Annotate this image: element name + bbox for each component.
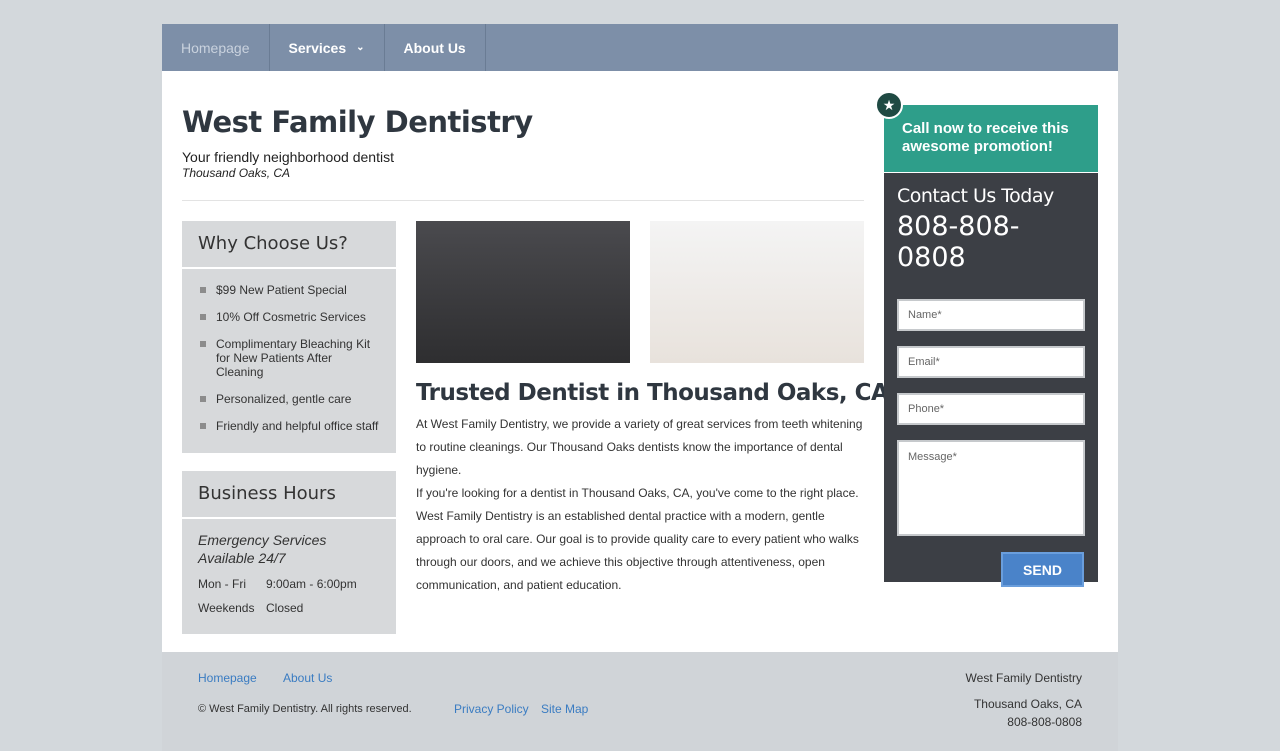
nav-services[interactable]: Services ⌄	[270, 24, 385, 71]
footer-link-site-map[interactable]: Site Map	[541, 702, 588, 716]
list-item: Complimentary Bleaching Kit for New Pati…	[200, 337, 380, 379]
site-location: Thousand Oaks, CA	[182, 166, 291, 180]
list-item: Friendly and helpful office staff	[200, 419, 380, 433]
main-content: West Family Dentistry Your friendly neig…	[162, 71, 1118, 652]
hours-days: Mon - Fri	[198, 577, 246, 591]
list-item: Personalized, gentle care	[200, 392, 380, 406]
list-item: $99 New Patient Special	[200, 283, 380, 297]
footer-link-homepage[interactable]: Homepage	[198, 671, 257, 685]
why-choose-us-box: Why Choose Us? $99 New Patient Special 1…	[182, 221, 396, 453]
promotion-banner: Call now to receive this awesome promoti…	[884, 105, 1098, 172]
footer-copyright: © West Family Dentistry. All rights rese…	[198, 703, 412, 715]
footer-link-about-us[interactable]: About Us	[283, 671, 332, 685]
nav-homepage[interactable]: Homepage	[162, 24, 270, 71]
hours-row: Weekends Closed	[182, 601, 396, 615]
send-button[interactable]: SEND	[1001, 552, 1084, 587]
header-divider	[182, 200, 864, 201]
email-field[interactable]	[897, 346, 1085, 378]
footer-phone: 808-808-0808	[1007, 715, 1082, 729]
hours-time: 9:00am - 6:00pm	[266, 577, 357, 591]
content-paragraph-2: If you're looking for a dentist in Thous…	[416, 486, 859, 592]
hours-days: Weekends	[198, 601, 255, 615]
nav-services-label: Services	[288, 39, 347, 56]
list-item: 10% Off Cosmetric Services	[200, 310, 380, 324]
message-field[interactable]	[897, 440, 1085, 536]
chevron-down-icon: ⌄	[356, 42, 365, 53]
footer: Homepage About Us © West Family Dentistr…	[162, 652, 1118, 751]
business-hours-box: Business Hours Emergency Services Availa…	[182, 471, 396, 634]
content-heading: Trusted Dentist in Thousand Oaks, CA	[416, 380, 889, 406]
site-tagline: Your friendly neighborhood dentist	[182, 149, 394, 165]
why-choose-us-list: $99 New Patient Special 10% Off Cosmetri…	[182, 269, 396, 433]
footer-business-name: West Family Dentistry	[965, 671, 1082, 685]
footer-link-privacy-policy[interactable]: Privacy Policy	[454, 702, 529, 716]
name-field[interactable]	[897, 299, 1085, 331]
hours-time: Closed	[266, 601, 304, 615]
why-choose-us-heading: Why Choose Us?	[182, 221, 396, 269]
phone-field[interactable]	[897, 393, 1085, 425]
nav-about-us[interactable]: About Us	[385, 24, 486, 71]
emergency-services-note: Emergency Services Available 24/7	[198, 532, 327, 566]
smiling-woman-photo	[416, 221, 630, 363]
contact-phone: 808-808-0808	[897, 211, 1020, 273]
hours-row: Mon - Fri 9:00am - 6:00pm	[182, 577, 396, 591]
smiling-couple-photo	[650, 221, 864, 363]
main-nav: Homepage Services ⌄ About Us	[162, 24, 1118, 71]
business-hours-heading: Business Hours	[182, 471, 396, 519]
footer-city: Thousand Oaks, CA	[973, 697, 1082, 711]
contact-heading: Contact Us Today	[897, 185, 1054, 207]
site-title: West Family Dentistry	[182, 105, 533, 139]
content-paragraph-1: At West Family Dentistry, we provide a v…	[416, 417, 863, 477]
contact-form-panel: Contact Us Today 808-808-0808 SEND	[884, 173, 1098, 587]
star-icon: ★	[875, 91, 903, 119]
